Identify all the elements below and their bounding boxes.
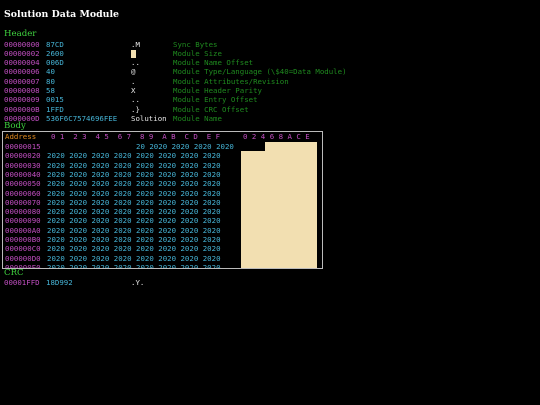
row-description: Module Size: [173, 48, 222, 58]
row-address: 00000050: [5, 179, 41, 189]
row-address: 0000000B: [4, 104, 40, 114]
row-hex-bytes: 20 2020 2020 2020 2020: [47, 142, 234, 151]
row-hex-value: 2600: [46, 48, 64, 58]
row-address: 000000B0: [5, 235, 41, 244]
row-hex-bytes: 2020 2020 2020 2020 2020 2020 2020 2020: [47, 179, 221, 189]
text-cursor: [131, 49, 136, 58]
row-description: Module CRC Offset: [173, 104, 249, 114]
row-description: Module Name Offset: [173, 58, 254, 68]
row-hex-value: 80: [46, 76, 55, 86]
row-hex-bytes: 2020 2020 2020 2020 2020 2020 2020 2020: [47, 188, 221, 198]
row-ascii: X: [131, 86, 136, 95]
header-section-label: Header: [4, 29, 37, 39]
row-hex-bytes: 2020 2020 2020 2020 2020 2020 2020 2020: [47, 169, 221, 179]
row-ascii: ..: [131, 58, 140, 68]
row-hex-bytes: 2020 2020 2020 2020 2020 2020 2020 2020: [47, 262, 221, 269]
row-hex-value: 87CD: [46, 39, 64, 49]
row-ascii: .}: [131, 104, 140, 114]
row-hex-bytes: 2020 2020 2020 2020 2020 2020 2020 2020: [47, 197, 221, 207]
row-address: 00000004: [4, 58, 40, 68]
hex-dump-column-header: Address 0 1 2 3 4 5 6 7 8 9 A B C D E F …: [3, 132, 322, 141]
row-address: 000000A0: [5, 225, 41, 235]
ascii-columns-header: 0 2 4 6 8 A C E: [243, 132, 310, 141]
row-ascii: Solution: [131, 113, 167, 123]
row-description: Module Attributes/Revision: [173, 76, 289, 86]
row-address: 00000090: [5, 216, 41, 226]
row-ascii: @: [131, 67, 136, 77]
row-address: 00001FFD: [4, 278, 40, 287]
hex-columns-header: 0 1 2 3 4 5 6 7 8 9 A B C D E F: [51, 132, 221, 141]
row-hex-value: 58: [46, 86, 55, 95]
row-address: 00000008: [4, 86, 40, 95]
row-hex-value: 40: [46, 67, 55, 77]
row-address: 00000009: [4, 95, 40, 105]
row-hex-value: 0015: [46, 95, 64, 105]
row-address: 00000002: [4, 48, 40, 58]
row-hex-value: 536F6C7574696FEE: [46, 113, 118, 123]
row-description: Module Name: [173, 113, 222, 123]
row-description: Sync Bytes: [173, 39, 218, 49]
row-description: Module Type/Language (\$40=Data Module): [173, 67, 347, 77]
row-ascii: .Y.: [131, 278, 145, 287]
row-hex-value: 18D992: [46, 278, 73, 287]
row-hex-bytes: 2020 2020 2020 2020 2020 2020 2020 2020: [47, 216, 221, 226]
page-title: Solution Data Module: [4, 9, 120, 20]
row-address: 000000C0: [5, 244, 41, 254]
row-ascii: .: [131, 76, 136, 86]
row-description: Module Entry Offset: [173, 95, 258, 105]
body-section-label: Body: [4, 121, 26, 131]
address-column-header: Address: [5, 132, 37, 141]
ascii-pane: [241, 142, 317, 268]
row-address: 00000006: [4, 67, 40, 77]
ascii-first-row-cells: [265, 142, 317, 152]
row-address: 00000080: [5, 207, 41, 217]
row-hex-value: 006D: [46, 58, 64, 68]
row-address: 00000030: [5, 160, 41, 170]
crc-section-label: CRC: [4, 268, 24, 278]
row-address: 00000060: [5, 188, 41, 198]
row-address: 000000D0: [5, 253, 41, 263]
hex-dump-viewer[interactable]: Address 0 1 2 3 4 5 6 7 8 9 A B C D E F …: [2, 131, 323, 269]
row-address: 00000015: [5, 142, 41, 151]
row-address: 00000020: [5, 151, 41, 161]
row-hex-bytes: 2020 2020 2020 2020 2020 2020 2020 2020: [47, 151, 221, 161]
row-hex-bytes: 2020 2020 2020 2020 2020 2020 2020 2020: [47, 160, 221, 170]
row-hex-bytes: 2020 2020 2020 2020 2020 2020 2020 2020: [47, 244, 221, 254]
row-address: 00000070: [5, 197, 41, 207]
row-hex-bytes: 2020 2020 2020 2020 2020 2020 2020 2020: [47, 235, 221, 244]
row-address: 00000000: [4, 39, 40, 49]
row-hex-bytes: 2020 2020 2020 2020 2020 2020 2020 2020: [47, 225, 221, 235]
row-hex-value: 1FFD: [46, 104, 64, 114]
row-description: Module Header Parity: [173, 86, 262, 95]
row-hex-bytes: 2020 2020 2020 2020 2020 2020 2020 2020: [47, 207, 221, 217]
row-address: 00000007: [4, 76, 40, 86]
row-ascii: .M: [131, 39, 140, 49]
row-hex-bytes: 2020 2020 2020 2020 2020 2020 2020 2020: [47, 253, 221, 263]
row-address: 00000040: [5, 169, 41, 179]
row-ascii: ..: [131, 95, 140, 105]
